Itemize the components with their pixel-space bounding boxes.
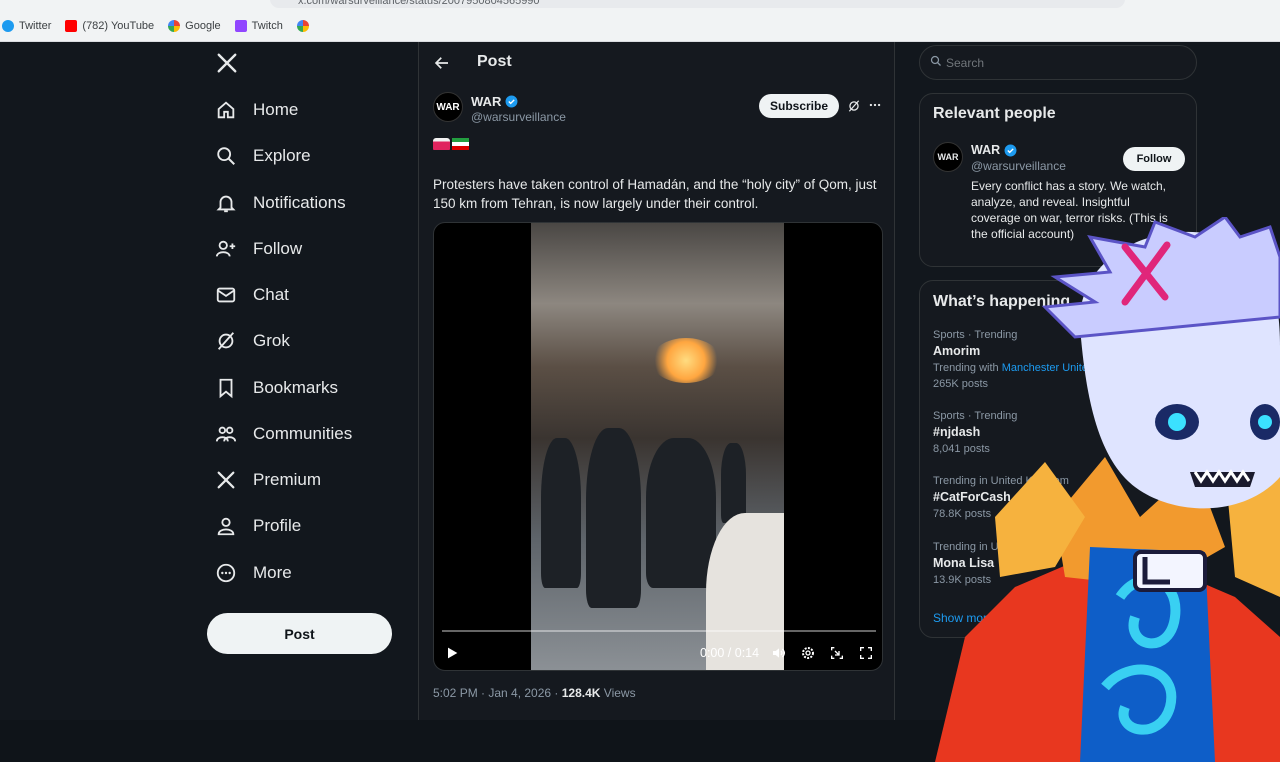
pip-icon[interactable] <box>829 645 845 661</box>
relevant-handle[interactable]: @warsurveillance <box>971 159 1066 173</box>
relevant-avatar[interactable]: WAR <box>933 142 963 172</box>
video-figure <box>646 438 716 588</box>
left-nav: Home Explore Notifications Follow Chat G… <box>205 42 415 720</box>
show-more-link[interactable]: Show more <box>933 611 994 625</box>
nav-premium[interactable]: Premium <box>215 465 321 495</box>
more-circle-icon <box>216 563 236 583</box>
google-icon <box>168 20 181 32</box>
page-title: Post <box>477 53 512 70</box>
nav-grok[interactable]: Grok <box>215 326 290 356</box>
nav-profile[interactable]: Profile <box>215 511 301 541</box>
youtube-icon <box>65 20 78 32</box>
person-icon <box>217 517 235 536</box>
search-input[interactable]: Search <box>919 45 1197 80</box>
twitter-icon <box>2 20 14 32</box>
video-time: 0:00 / 0:14 <box>700 646 760 660</box>
relevant-people-title: Relevant people <box>933 105 1056 122</box>
google-icon <box>296 20 309 32</box>
whats-happening-card: What’s happening Sports · Trending Amori… <box>919 280 1197 638</box>
bookmark-twitch[interactable]: Twitch <box>234 20 283 32</box>
play-icon[interactable] <box>444 645 460 661</box>
home-icon <box>217 101 235 119</box>
bookmark-google[interactable]: Google <box>168 20 221 32</box>
nav-chat[interactable]: Chat <box>215 280 289 310</box>
video-progress-bar[interactable] <box>442 630 876 632</box>
subscribe-button[interactable]: Subscribe <box>759 94 839 118</box>
video-figure <box>721 443 746 523</box>
x-logo-icon <box>217 471 235 489</box>
nav-follow[interactable]: Follow <box>215 234 302 264</box>
tweet-emoji <box>433 138 469 150</box>
follow-button[interactable]: Follow <box>1123 147 1185 171</box>
mail-icon <box>216 287 236 303</box>
trend-item[interactable]: Trending in United Kingdom #CatForCash 7… <box>933 474 1183 522</box>
tweet-meta: 5:02 PM · Jan 4, 2026 · 128.4K Views <box>433 686 636 700</box>
nav-notifications[interactable]: Notifications <box>215 188 346 218</box>
trend-link[interactable]: Manchester United <box>1002 362 1094 374</box>
bell-icon <box>216 195 236 213</box>
video-controls: 0:00 / 0:14 <box>434 641 882 665</box>
siren-emoji-icon <box>433 138 450 150</box>
search-icon <box>930 55 941 66</box>
bookmark-google-2[interactable] <box>296 20 309 32</box>
volume-icon[interactable] <box>771 645 787 661</box>
author-avatar[interactable]: WAR <box>433 92 463 122</box>
back-arrow-icon[interactable] <box>433 54 451 72</box>
settings-gear-icon[interactable] <box>800 645 816 661</box>
video-fire-glow <box>651 338 721 383</box>
iran-flag-icon <box>452 138 469 150</box>
twitch-icon <box>234 20 247 32</box>
verified-badge-icon <box>1004 144 1017 156</box>
x-app: Home Explore Notifications Follow Chat G… <box>0 42 1280 762</box>
video-figure <box>586 428 641 608</box>
post-button[interactable]: Post <box>207 613 392 654</box>
trend-item[interactable]: Sports · Trending Amorim Trending with M… <box>933 328 1183 392</box>
trend-item[interactable]: Trending in United Kingdom Mona Lisa 13.… <box>933 540 1183 588</box>
nav-explore[interactable]: Explore <box>215 141 311 171</box>
relevant-people-card: Relevant people WAR WAR @warsurveillance… <box>919 93 1197 267</box>
more-horizontal-icon[interactable] <box>868 98 882 112</box>
fullscreen-icon[interactable] <box>858 645 874 661</box>
relevant-bio: Every conflict has a story. We watch, an… <box>971 179 1168 241</box>
grok-icon <box>217 332 235 350</box>
verified-badge-icon <box>505 95 518 108</box>
author-handle[interactable]: @warsurveillance <box>471 110 566 124</box>
post-header: Post <box>419 42 894 84</box>
search-icon <box>217 147 235 165</box>
nav-bookmarks[interactable]: Bookmarks <box>215 373 338 403</box>
post-detail: Post WAR WAR @warsurveillance Subscribe … <box>418 42 895 720</box>
nav-home[interactable]: Home <box>215 95 298 125</box>
follow-icon <box>215 240 236 257</box>
tweet-text: Protesters have taken control of Hamadán… <box>433 177 877 211</box>
bookmark-youtube[interactable]: (782) YouTube <box>65 20 154 32</box>
bookmark-twitter[interactable]: Twitter <box>2 20 51 32</box>
x-logo-icon[interactable] <box>216 52 238 74</box>
nav-more[interactable]: More <box>215 558 292 588</box>
author-name[interactable]: WAR <box>471 94 518 109</box>
video-figure <box>541 438 581 588</box>
video-frame <box>531 223 784 670</box>
communities-icon <box>215 426 237 442</box>
bookmark-icon <box>219 378 233 399</box>
video-player[interactable]: 0:00 / 0:14 <box>433 222 883 671</box>
url-bar[interactable]: x.com/warsurveillance/status/20079508045… <box>270 0 1125 8</box>
grok-icon[interactable] <box>847 99 861 113</box>
whats-happening-title: What’s happening <box>933 293 1071 310</box>
relevant-name[interactable]: WAR <box>971 143 1017 157</box>
bookmarks-bar: Twitter (782) YouTube Google Twitch <box>0 17 309 35</box>
browser-chrome: x.com/warsurveillance/status/20079508045… <box>0 0 1280 42</box>
nav-communities[interactable]: Communities <box>215 419 352 449</box>
view-count: 128.4K <box>561 686 601 700</box>
trend-item[interactable]: Sports · Trending #njdash 8,041 posts <box>933 409 1183 457</box>
